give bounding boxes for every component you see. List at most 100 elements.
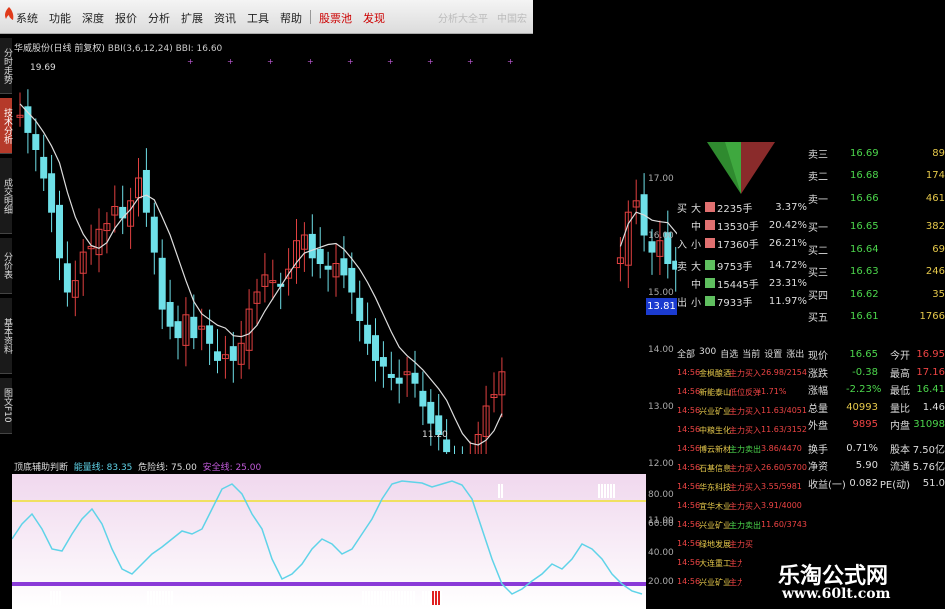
stat-label-2: 股本 — [890, 444, 910, 456]
price-axis-label: 12.00 — [648, 459, 674, 469]
money-flow-row: 买大 2235手 3.37% — [677, 198, 807, 216]
flow-size: 大 — [691, 203, 701, 215]
order-book-row[interactable]: 卖三 16.69 89 — [808, 144, 945, 162]
trade-alert-row[interactable]: 14:56 中粮生化 主力买入 11.63/3152 — [677, 425, 808, 438]
signal-marker: + — [187, 57, 194, 66]
stat-value: 0.082 — [849, 477, 878, 489]
menu-item[interactable]: 报价 — [115, 10, 137, 26]
flow-tab[interactable]: 自选 — [720, 347, 738, 361]
stat-value: 0.71% — [846, 442, 878, 454]
safe-line-label: 安全线: 25.00 — [202, 463, 262, 473]
bottom-signal-bar — [383, 591, 385, 605]
quote-stat-row: 净资 5.90 流通 5.76亿 — [808, 457, 945, 474]
order-book-row[interactable]: 卖二 16.68 174 — [808, 167, 945, 185]
trade-alert-row[interactable]: 14:56 石基信息 主力买入 26.60/5700 — [677, 463, 808, 476]
indicator-axis: 80.00 60.00 40.00 20.00 — [646, 474, 677, 609]
trade-stock-name: 中粮生化 — [699, 426, 731, 435]
trade-alert-row[interactable]: 14:56 博云新材 主力卖出 3.86/4470 — [677, 444, 808, 457]
trade-stock-name: 宜华木业 — [699, 502, 731, 511]
left-tab[interactable]: 技术分析 — [0, 98, 12, 154]
order-book-row[interactable]: 买一 16.65 382 — [808, 218, 945, 236]
quote-panel: 买大 2235手 3.37% 中 13530手 20.42% 入小 17360手 26.21% 卖… — [677, 140, 945, 609]
bottom-signal-bar — [362, 591, 364, 605]
flow-tab[interactable]: 设置 — [764, 347, 782, 361]
flow-tab[interactable]: 涨出 — [786, 347, 804, 361]
trade-alert-row[interactable]: 14:56 绿地发展 主力买 — [677, 539, 808, 552]
watermark-url: www.60lt.com — [782, 586, 891, 602]
flow-tab[interactable]: 全部 — [677, 347, 695, 361]
signal-marker: + — [427, 57, 434, 66]
candle-body — [142, 169, 150, 213]
trade-stock-name: 金枫酿酒 — [699, 369, 731, 378]
flow-pct: 26.21% — [768, 237, 807, 249]
trade-alert-row[interactable]: 14:56 兴业矿业 主力买入 11.63/4051 — [677, 406, 808, 419]
bottom-signal-bar — [59, 591, 61, 605]
left-tab[interactable]: 成交明细 — [0, 158, 12, 234]
menu-item[interactable]: 扩展 — [181, 10, 203, 26]
left-tab[interactable]: 基本资料 — [0, 298, 12, 374]
menu-item[interactable]: 深度 — [82, 10, 104, 26]
candle-body — [190, 316, 198, 339]
flow-tab[interactable]: 300 — [699, 347, 716, 361]
stat-value-2: 51.0 — [922, 477, 945, 489]
stat-label-2: 最低 — [890, 386, 910, 397]
indicator-name: 顶底辅助判断 — [14, 463, 69, 473]
trade-alert-row[interactable]: 14:56 金枫酿酒 主力买入 26.98/2154 — [677, 368, 808, 381]
order-volume: 461 — [925, 192, 945, 204]
left-tab[interactable]: 分价表 — [0, 238, 12, 294]
candle-body — [387, 373, 395, 378]
bottom-signal-bar — [371, 591, 373, 605]
trade-action: 主力买入 — [729, 407, 761, 416]
flow-size: 中 — [691, 279, 701, 291]
top-signal-bar — [607, 484, 609, 498]
candle-body — [348, 267, 356, 293]
bottom-signal-bar — [50, 591, 52, 605]
left-tab[interactable]: 图文F10 — [0, 378, 12, 434]
money-flow-row: 中 15445手 23.31% — [677, 274, 807, 292]
order-book-row[interactable]: 买二 16.64 69 — [808, 240, 945, 258]
site-watermark: 乐淘公式网 www.60lt.com — [742, 556, 945, 609]
indicator-panel[interactable] — [12, 474, 646, 609]
menu-bar: 系统 功能 深度 报价 分析 扩展 资讯 工具 帮助 股票池 发现 分析大全平 中国宏 — [0, 0, 533, 34]
trade-alert-row[interactable]: 14:56 兴业矿业 主力卖出 11.60/3743 — [677, 520, 808, 533]
low-price-label: 11.20 — [422, 430, 448, 440]
menu-item[interactable]: 工具 — [247, 10, 269, 26]
candle-body — [419, 390, 427, 407]
trade-alert-row[interactable]: 14:56 华东科技 主力买入 3.55/5981 — [677, 482, 808, 495]
flow-size: 小 — [691, 297, 701, 309]
order-book-row[interactable]: 买五 16.61 1766 — [808, 308, 945, 326]
bottom-signal-bar — [413, 591, 415, 605]
order-volume: 1766 — [919, 311, 945, 322]
menu-item-special[interactable]: 发现 — [363, 10, 385, 26]
menu-item[interactable]: 资讯 — [214, 10, 236, 26]
order-book-row[interactable]: 买四 16.62 35 — [808, 285, 945, 303]
menu-item[interactable]: 系统 — [16, 10, 38, 26]
bottom-signal-bar — [168, 591, 170, 605]
candlestick-chart[interactable]: + + + + + + + + +19.69 11.20 — [12, 52, 677, 454]
trade-stock-name: 新能泰山 — [699, 388, 731, 397]
price-axis-label: 13.00 — [648, 402, 674, 412]
bottom-signal-bar — [398, 591, 400, 605]
candle-body — [158, 257, 166, 310]
bottom-signal-bar — [389, 591, 391, 605]
menu-item-special[interactable]: 股票池 — [319, 10, 352, 26]
bottom-signal-bar — [440, 591, 442, 605]
trade-alert-row[interactable]: 14:56 新能泰山 低位反弹 1.71% — [677, 387, 808, 400]
menu-item[interactable]: 分析 — [148, 10, 170, 26]
trade-alert-row[interactable]: 14:56 宜华木业 主力买入 3.91/4000 — [677, 501, 808, 514]
left-tab[interactable]: 分时走势 — [0, 38, 12, 94]
quote-stat-row: 外盘 9895 内盘 31098 — [808, 416, 945, 433]
trade-stock-name: 兴业矿业 — [699, 521, 731, 530]
signal-marker: + — [307, 57, 314, 66]
order-book-row[interactable]: 买三 16.63 246 — [808, 263, 945, 281]
signal-marker: + — [507, 57, 514, 66]
trade-price-volume: 3.91/4000 — [761, 501, 802, 510]
candle-body — [395, 377, 403, 384]
trade-time: 14:56 — [677, 425, 701, 434]
order-book-row[interactable]: 卖一 16.66 461 — [808, 189, 945, 207]
indicator-axis-label: 80.00 — [648, 490, 674, 500]
menu-item[interactable]: 帮助 — [280, 10, 302, 26]
flow-tabs: 全部300自选当前设置涨出总统 — [677, 347, 808, 361]
menu-item[interactable]: 功能 — [49, 10, 71, 26]
flow-tab[interactable]: 当前 — [742, 347, 760, 361]
